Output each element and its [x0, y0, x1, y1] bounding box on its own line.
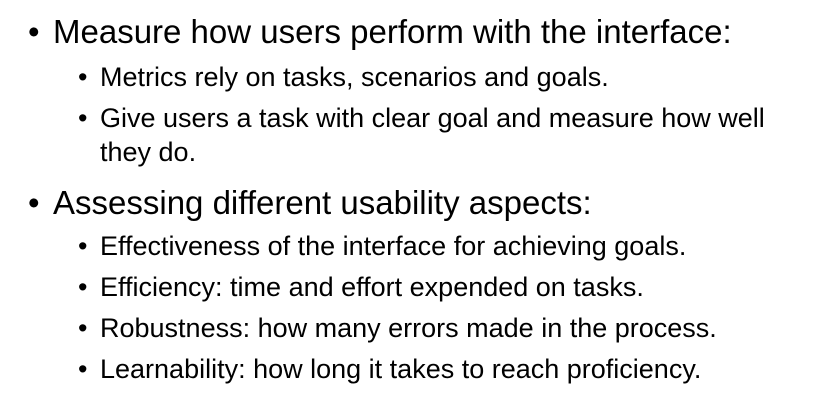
- heading-text: Measure how users perform with the inter…: [53, 13, 732, 50]
- section-1-item: • Metrics rely on tasks, scenarios and g…: [78, 60, 609, 94]
- bullet-icon: •: [78, 231, 88, 261]
- item-text: Effectiveness of the interface for achie…: [100, 231, 687, 261]
- item-text: Metrics rely on tasks, scenarios and goa…: [100, 62, 609, 92]
- section-2-item: • Effectiveness of the interface for ach…: [78, 229, 686, 263]
- section-2-item: • Learnability: how long it takes to rea…: [78, 352, 701, 386]
- item-text: Give users a task with clear goal and me…: [100, 103, 765, 167]
- section-1-heading: • Measure how users perform with the int…: [28, 14, 732, 50]
- item-text: Efficiency: time and effort expended on …: [100, 272, 644, 302]
- section-2-item: • Efficiency: time and effort expended o…: [78, 270, 644, 304]
- section-2-item: • Robustness: how many errors made in th…: [78, 311, 717, 345]
- heading-text: Assessing different usability aspects:: [53, 184, 592, 221]
- bullet-icon: •: [78, 313, 88, 343]
- slide-content: • Measure how users perform with the int…: [0, 0, 833, 406]
- section-1-item: • Give users a task with clear goal and …: [78, 101, 768, 169]
- bullet-icon: •: [78, 272, 88, 302]
- bullet-icon: •: [78, 103, 88, 133]
- item-text: Robustness: how many errors made in the …: [100, 313, 717, 343]
- bullet-icon: •: [78, 62, 88, 92]
- section-2-heading: • Assessing different usability aspects:: [28, 185, 592, 221]
- bullet-icon: •: [28, 13, 40, 50]
- item-text: Learnability: how long it takes to reach…: [100, 354, 702, 384]
- bullet-icon: •: [28, 184, 40, 221]
- bullet-icon: •: [78, 354, 88, 384]
